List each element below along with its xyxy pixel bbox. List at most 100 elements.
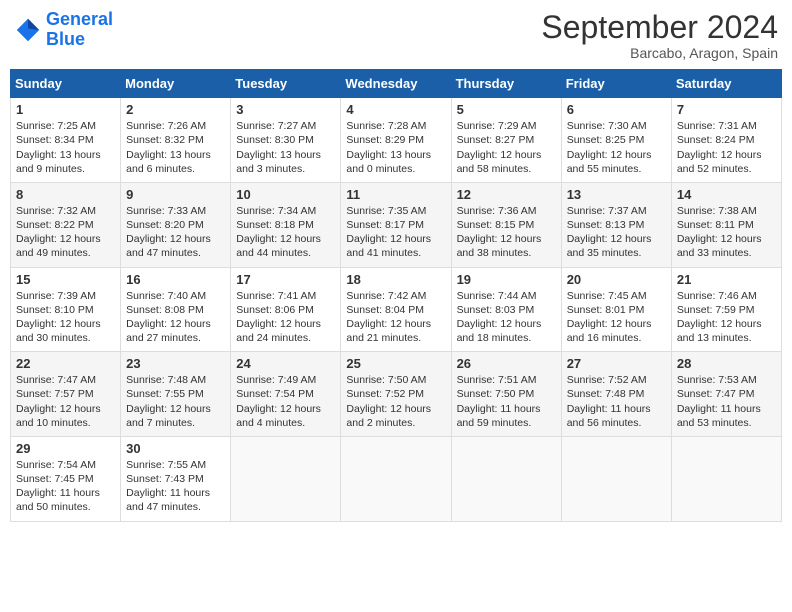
title-block: September 2024 Barcabo, Aragon, Spain bbox=[541, 10, 778, 61]
day-number: 22 bbox=[16, 356, 115, 371]
day-number: 21 bbox=[677, 272, 776, 287]
logo-text: General Blue bbox=[46, 10, 113, 50]
day-number: 7 bbox=[677, 102, 776, 117]
day-number: 29 bbox=[16, 441, 115, 456]
calendar-cell: 6 Sunrise: 7:30 AM Sunset: 8:25 PM Dayli… bbox=[561, 98, 671, 183]
day-info: Sunrise: 7:40 AM Sunset: 8:08 PM Dayligh… bbox=[126, 289, 225, 346]
location: Barcabo, Aragon, Spain bbox=[541, 45, 778, 61]
calendar-row: 8 Sunrise: 7:32 AM Sunset: 8:22 PM Dayli… bbox=[11, 182, 782, 267]
page-header: General Blue September 2024 Barcabo, Ara… bbox=[10, 10, 782, 61]
day-info: Sunrise: 7:35 AM Sunset: 8:17 PM Dayligh… bbox=[346, 204, 445, 261]
day-number: 18 bbox=[346, 272, 445, 287]
calendar-cell: 30 Sunrise: 7:55 AM Sunset: 7:43 PM Dayl… bbox=[121, 436, 231, 521]
calendar-cell: 17 Sunrise: 7:41 AM Sunset: 8:06 PM Dayl… bbox=[231, 267, 341, 352]
day-number: 16 bbox=[126, 272, 225, 287]
day-info: Sunrise: 7:52 AM Sunset: 7:48 PM Dayligh… bbox=[567, 373, 666, 430]
calendar-cell: 19 Sunrise: 7:44 AM Sunset: 8:03 PM Dayl… bbox=[451, 267, 561, 352]
calendar-cell: 21 Sunrise: 7:46 AM Sunset: 7:59 PM Dayl… bbox=[671, 267, 781, 352]
day-number: 24 bbox=[236, 356, 335, 371]
day-number: 27 bbox=[567, 356, 666, 371]
day-number: 1 bbox=[16, 102, 115, 117]
day-info: Sunrise: 7:30 AM Sunset: 8:25 PM Dayligh… bbox=[567, 119, 666, 176]
day-info: Sunrise: 7:31 AM Sunset: 8:24 PM Dayligh… bbox=[677, 119, 776, 176]
day-info: Sunrise: 7:32 AM Sunset: 8:22 PM Dayligh… bbox=[16, 204, 115, 261]
calendar-cell: 14 Sunrise: 7:38 AM Sunset: 8:11 PM Dayl… bbox=[671, 182, 781, 267]
col-saturday: Saturday bbox=[671, 70, 781, 98]
day-info: Sunrise: 7:25 AM Sunset: 8:34 PM Dayligh… bbox=[16, 119, 115, 176]
calendar-cell bbox=[671, 436, 781, 521]
col-thursday: Thursday bbox=[451, 70, 561, 98]
calendar-row: 1 Sunrise: 7:25 AM Sunset: 8:34 PM Dayli… bbox=[11, 98, 782, 183]
col-friday: Friday bbox=[561, 70, 671, 98]
calendar-cell: 26 Sunrise: 7:51 AM Sunset: 7:50 PM Dayl… bbox=[451, 352, 561, 437]
day-number: 9 bbox=[126, 187, 225, 202]
day-info: Sunrise: 7:36 AM Sunset: 8:15 PM Dayligh… bbox=[457, 204, 556, 261]
calendar-cell: 23 Sunrise: 7:48 AM Sunset: 7:55 PM Dayl… bbox=[121, 352, 231, 437]
calendar-cell bbox=[561, 436, 671, 521]
day-info: Sunrise: 7:48 AM Sunset: 7:55 PM Dayligh… bbox=[126, 373, 225, 430]
logo-icon bbox=[14, 16, 42, 44]
day-number: 23 bbox=[126, 356, 225, 371]
calendar-cell: 20 Sunrise: 7:45 AM Sunset: 8:01 PM Dayl… bbox=[561, 267, 671, 352]
calendar-cell: 8 Sunrise: 7:32 AM Sunset: 8:22 PM Dayli… bbox=[11, 182, 121, 267]
calendar-cell: 18 Sunrise: 7:42 AM Sunset: 8:04 PM Dayl… bbox=[341, 267, 451, 352]
calendar-cell: 29 Sunrise: 7:54 AM Sunset: 7:45 PM Dayl… bbox=[11, 436, 121, 521]
calendar-cell: 10 Sunrise: 7:34 AM Sunset: 8:18 PM Dayl… bbox=[231, 182, 341, 267]
calendar-cell: 12 Sunrise: 7:36 AM Sunset: 8:15 PM Dayl… bbox=[451, 182, 561, 267]
day-number: 6 bbox=[567, 102, 666, 117]
day-info: Sunrise: 7:34 AM Sunset: 8:18 PM Dayligh… bbox=[236, 204, 335, 261]
calendar-cell bbox=[341, 436, 451, 521]
day-number: 4 bbox=[346, 102, 445, 117]
logo: General Blue bbox=[14, 10, 113, 50]
day-info: Sunrise: 7:38 AM Sunset: 8:11 PM Dayligh… bbox=[677, 204, 776, 261]
day-info: Sunrise: 7:28 AM Sunset: 8:29 PM Dayligh… bbox=[346, 119, 445, 176]
day-number: 20 bbox=[567, 272, 666, 287]
day-number: 30 bbox=[126, 441, 225, 456]
calendar-cell: 4 Sunrise: 7:28 AM Sunset: 8:29 PM Dayli… bbox=[341, 98, 451, 183]
day-info: Sunrise: 7:50 AM Sunset: 7:52 PM Dayligh… bbox=[346, 373, 445, 430]
calendar-row: 22 Sunrise: 7:47 AM Sunset: 7:57 PM Dayl… bbox=[11, 352, 782, 437]
day-number: 3 bbox=[236, 102, 335, 117]
day-number: 8 bbox=[16, 187, 115, 202]
calendar-cell: 16 Sunrise: 7:40 AM Sunset: 8:08 PM Dayl… bbox=[121, 267, 231, 352]
calendar-cell: 15 Sunrise: 7:39 AM Sunset: 8:10 PM Dayl… bbox=[11, 267, 121, 352]
day-number: 26 bbox=[457, 356, 556, 371]
calendar-cell: 24 Sunrise: 7:49 AM Sunset: 7:54 PM Dayl… bbox=[231, 352, 341, 437]
calendar-cell: 22 Sunrise: 7:47 AM Sunset: 7:57 PM Dayl… bbox=[11, 352, 121, 437]
calendar-cell: 1 Sunrise: 7:25 AM Sunset: 8:34 PM Dayli… bbox=[11, 98, 121, 183]
day-number: 28 bbox=[677, 356, 776, 371]
day-info: Sunrise: 7:46 AM Sunset: 7:59 PM Dayligh… bbox=[677, 289, 776, 346]
day-number: 10 bbox=[236, 187, 335, 202]
day-number: 12 bbox=[457, 187, 556, 202]
day-info: Sunrise: 7:42 AM Sunset: 8:04 PM Dayligh… bbox=[346, 289, 445, 346]
day-info: Sunrise: 7:33 AM Sunset: 8:20 PM Dayligh… bbox=[126, 204, 225, 261]
col-monday: Monday bbox=[121, 70, 231, 98]
calendar-table: Sunday Monday Tuesday Wednesday Thursday… bbox=[10, 69, 782, 521]
header-row: Sunday Monday Tuesday Wednesday Thursday… bbox=[11, 70, 782, 98]
calendar-cell: 28 Sunrise: 7:53 AM Sunset: 7:47 PM Dayl… bbox=[671, 352, 781, 437]
calendar-cell: 11 Sunrise: 7:35 AM Sunset: 8:17 PM Dayl… bbox=[341, 182, 451, 267]
calendar-cell: 27 Sunrise: 7:52 AM Sunset: 7:48 PM Dayl… bbox=[561, 352, 671, 437]
day-info: Sunrise: 7:47 AM Sunset: 7:57 PM Dayligh… bbox=[16, 373, 115, 430]
calendar-cell: 2 Sunrise: 7:26 AM Sunset: 8:32 PM Dayli… bbox=[121, 98, 231, 183]
day-info: Sunrise: 7:29 AM Sunset: 8:27 PM Dayligh… bbox=[457, 119, 556, 176]
day-info: Sunrise: 7:27 AM Sunset: 8:30 PM Dayligh… bbox=[236, 119, 335, 176]
col-tuesday: Tuesday bbox=[231, 70, 341, 98]
day-number: 19 bbox=[457, 272, 556, 287]
day-info: Sunrise: 7:55 AM Sunset: 7:43 PM Dayligh… bbox=[126, 458, 225, 515]
calendar-cell: 13 Sunrise: 7:37 AM Sunset: 8:13 PM Dayl… bbox=[561, 182, 671, 267]
day-number: 2 bbox=[126, 102, 225, 117]
calendar-row: 15 Sunrise: 7:39 AM Sunset: 8:10 PM Dayl… bbox=[11, 267, 782, 352]
day-info: Sunrise: 7:44 AM Sunset: 8:03 PM Dayligh… bbox=[457, 289, 556, 346]
day-info: Sunrise: 7:49 AM Sunset: 7:54 PM Dayligh… bbox=[236, 373, 335, 430]
calendar-row: 29 Sunrise: 7:54 AM Sunset: 7:45 PM Dayl… bbox=[11, 436, 782, 521]
calendar-cell: 5 Sunrise: 7:29 AM Sunset: 8:27 PM Dayli… bbox=[451, 98, 561, 183]
day-info: Sunrise: 7:26 AM Sunset: 8:32 PM Dayligh… bbox=[126, 119, 225, 176]
day-number: 14 bbox=[677, 187, 776, 202]
calendar-cell: 3 Sunrise: 7:27 AM Sunset: 8:30 PM Dayli… bbox=[231, 98, 341, 183]
day-info: Sunrise: 7:53 AM Sunset: 7:47 PM Dayligh… bbox=[677, 373, 776, 430]
calendar-cell: 25 Sunrise: 7:50 AM Sunset: 7:52 PM Dayl… bbox=[341, 352, 451, 437]
day-info: Sunrise: 7:54 AM Sunset: 7:45 PM Dayligh… bbox=[16, 458, 115, 515]
calendar-cell: 7 Sunrise: 7:31 AM Sunset: 8:24 PM Dayli… bbox=[671, 98, 781, 183]
day-number: 17 bbox=[236, 272, 335, 287]
